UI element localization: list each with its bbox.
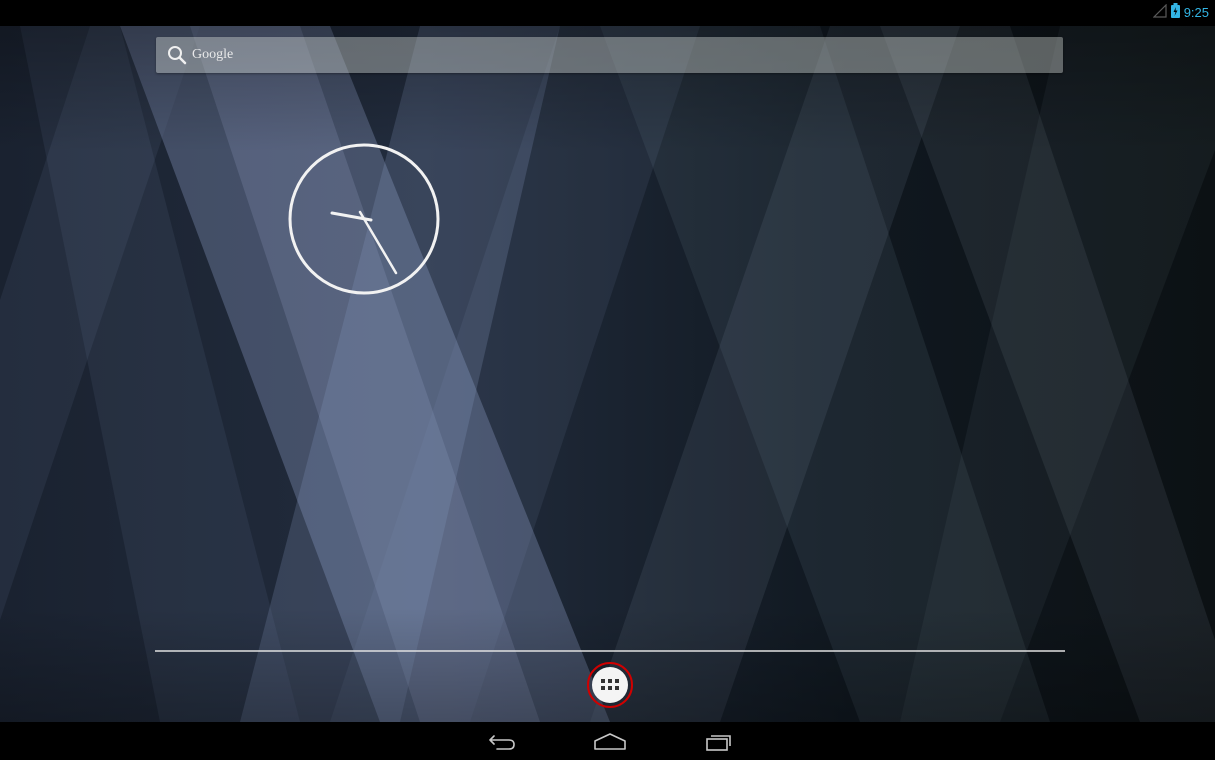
clock-face xyxy=(288,143,440,295)
google-search-bar[interactable]: Google xyxy=(156,37,1063,73)
recent-apps-button[interactable] xyxy=(693,727,743,757)
home-screen: 9:25 Google xyxy=(0,0,1215,760)
all-apps-icon xyxy=(601,679,619,690)
signal-icon xyxy=(1152,3,1167,23)
battery-icon xyxy=(1170,3,1180,23)
wallpaper xyxy=(0,0,1215,760)
recent-apps-icon xyxy=(706,735,731,751)
search-icon xyxy=(166,44,188,66)
dock-divider xyxy=(155,650,1065,652)
status-time: 9:25 xyxy=(1183,5,1209,20)
all-apps-button[interactable] xyxy=(587,662,633,708)
back-button[interactable] xyxy=(477,727,527,757)
back-icon xyxy=(489,735,515,750)
clock-minute-hand xyxy=(358,210,398,275)
status-bar: 9:25 xyxy=(0,0,1215,26)
google-logo: Google xyxy=(192,47,234,62)
navigation-bar xyxy=(0,722,1215,760)
home-button[interactable] xyxy=(585,727,635,757)
all-apps-icon-bg xyxy=(592,667,628,703)
home-icon xyxy=(594,733,626,750)
status-icons: 9:25 xyxy=(1152,3,1209,23)
analog-clock-widget[interactable] xyxy=(287,142,441,296)
